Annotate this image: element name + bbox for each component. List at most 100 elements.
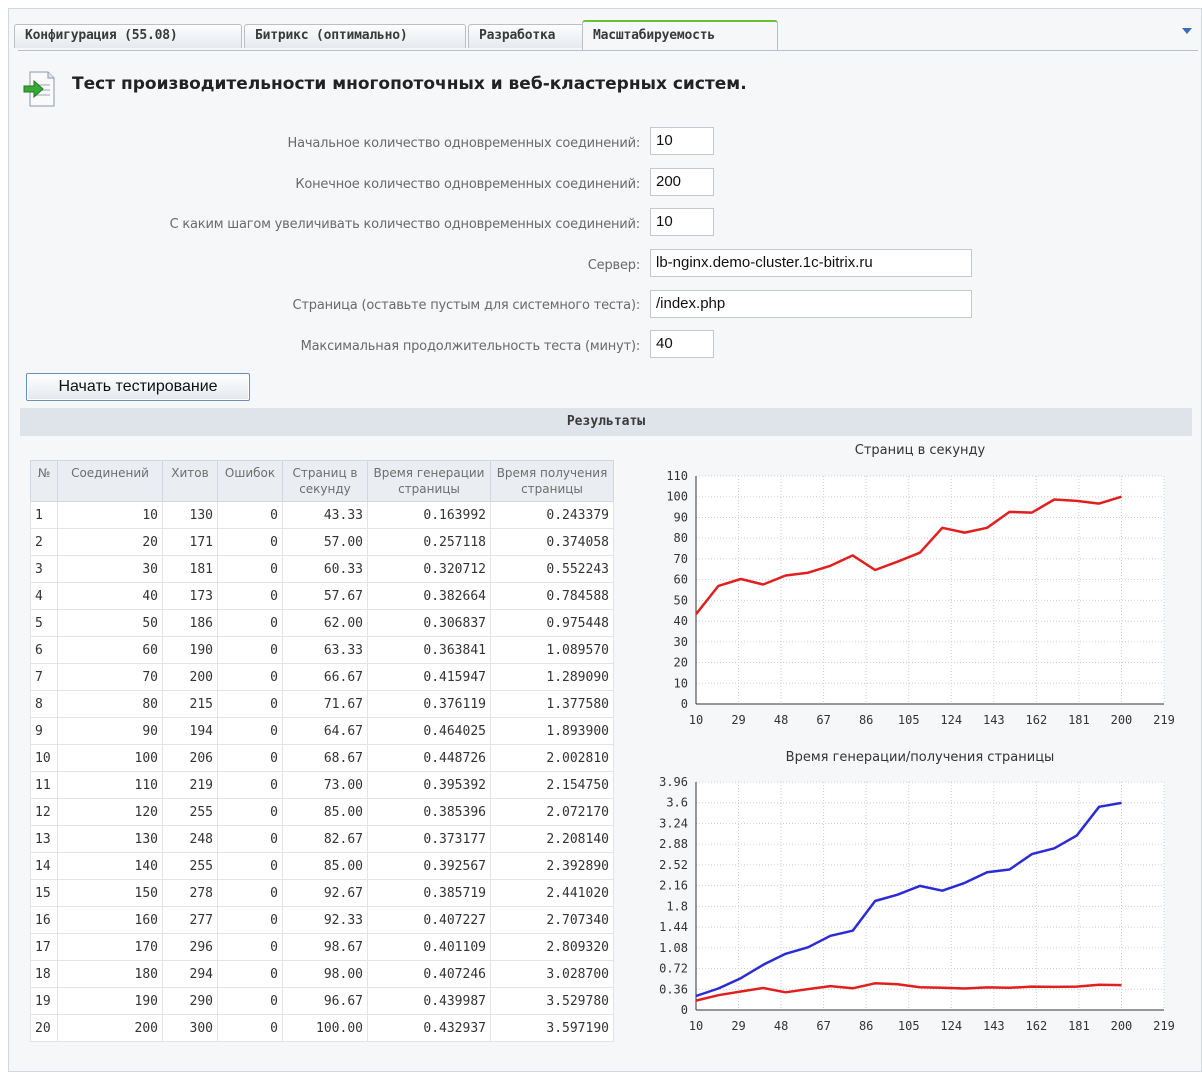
table-cell: 85.00: [282, 852, 368, 880]
column-header: №: [30, 460, 58, 502]
y-tick-label: 100: [666, 490, 688, 504]
table-cell: 3.529780: [490, 987, 614, 1015]
table-cell: 171: [162, 528, 218, 556]
plot-area: [696, 782, 1164, 1010]
y-tick-label: 60: [674, 573, 688, 587]
table-cell: 294: [162, 960, 218, 988]
x-tick-label: 181: [1068, 1019, 1090, 1033]
page-export-icon: [23, 71, 55, 107]
table-cell: 18: [30, 960, 58, 988]
table-cell: 68.67: [282, 744, 368, 772]
table-cell: 140: [57, 852, 163, 880]
tab-bitrix-optimal[interactable]: Битрикс (оптимально): [244, 24, 466, 48]
table-cell: 0: [217, 960, 283, 988]
table-cell: 1.089570: [490, 636, 614, 664]
x-tick-label: 67: [816, 1019, 830, 1033]
x-tick-label: 105: [898, 713, 920, 727]
table-cell: 0.382664: [367, 582, 491, 610]
y-tick-label: 0.72: [659, 962, 688, 976]
chevron-down-icon[interactable]: [1182, 28, 1192, 34]
table-cell: 1.377580: [490, 690, 614, 718]
table-cell: 0: [217, 609, 283, 637]
table-cell: 57.67: [282, 582, 368, 610]
table-row: 8 80 215 0 71.67 0.376119 1.377580: [30, 690, 614, 718]
tab-configuration[interactable]: Конфигурация (55.08): [14, 24, 242, 48]
start-test-button[interactable]: Начать тестирование: [26, 373, 250, 401]
page-title: Тест производительности многопоточных и …: [72, 74, 747, 94]
table-cell: 40: [57, 582, 163, 610]
table-cell: 0: [217, 798, 283, 826]
table-row: 7 70 200 0 66.67 0.415947 1.289090: [30, 663, 614, 691]
table-cell: 219: [162, 771, 218, 799]
x-tick-label: 162: [1026, 1019, 1048, 1033]
column-header: Страниц в секунду: [282, 460, 368, 502]
table-cell: 200: [162, 663, 218, 691]
tab-scalability[interactable]: Масштабируемость: [582, 20, 778, 50]
table-cell: 0: [217, 555, 283, 583]
table-cell: 2.707340: [490, 906, 614, 934]
table-cell: 215: [162, 690, 218, 718]
table-cell: 300: [162, 1014, 218, 1042]
table-cell: 248: [162, 825, 218, 853]
table-cell: 73.00: [282, 771, 368, 799]
table-cell: 66.67: [282, 663, 368, 691]
table-row: 4 40 173 0 57.67 0.382664 0.784588: [30, 582, 614, 610]
table-cell: 0.243379: [490, 501, 614, 529]
table-cell: 130: [162, 501, 218, 529]
table-cell: 11: [30, 771, 58, 799]
table-cell: 0.448726: [367, 744, 491, 772]
table-cell: 2.441020: [490, 879, 614, 907]
step-input[interactable]: 10: [650, 208, 714, 236]
end-connections-input[interactable]: 200: [650, 168, 714, 196]
table-cell: 0.376119: [367, 690, 491, 718]
page-path-input[interactable]: /index.php: [650, 290, 972, 318]
y-tick-label: 2.52: [659, 858, 688, 872]
chart1-title: Страниц в секунду: [854, 443, 986, 458]
table-cell: 173: [162, 582, 218, 610]
x-tick-label: 10: [689, 713, 703, 727]
table-cell: 62.00: [282, 609, 368, 637]
table-cell: 0: [217, 825, 283, 853]
table-cell: 0.374058: [490, 528, 614, 556]
x-tick-label: 200: [1111, 713, 1133, 727]
table-row: 5 50 186 0 62.00 0.306837 0.975448: [30, 609, 614, 637]
x-tick-label: 86: [859, 713, 873, 727]
table-cell: 190: [162, 636, 218, 664]
table-cell: 17: [30, 933, 58, 961]
table-cell: 85.00: [282, 798, 368, 826]
table-cell: 3: [30, 555, 58, 583]
table-cell: 0: [217, 717, 283, 745]
x-tick-label: 200: [1111, 1019, 1133, 1033]
x-tick-label: 29: [731, 713, 745, 727]
x-tick-label: 143: [983, 713, 1005, 727]
column-header: Соединений: [57, 460, 163, 502]
table-row: 6 60 190 0 63.33 0.363841 1.089570: [30, 636, 614, 664]
x-tick-label: 143: [983, 1019, 1005, 1033]
x-tick-label: 124: [940, 1019, 962, 1033]
table-cell: 3.597190: [490, 1014, 614, 1042]
x-tick-label: 219: [1153, 713, 1175, 727]
table-cell: 0.407227: [367, 906, 491, 934]
y-tick-label: 90: [674, 510, 688, 524]
server-input[interactable]: lb-nginx.demo-cluster.1c-bitrix.ru: [650, 249, 972, 277]
table-cell: 0: [217, 987, 283, 1015]
table-cell: 90: [57, 717, 163, 745]
tab-divider: [18, 50, 1198, 51]
x-tick-label: 124: [940, 713, 962, 727]
table-cell: 2.154750: [490, 771, 614, 799]
table-cell: 0.385719: [367, 879, 491, 907]
table-cell: 1.893900: [490, 717, 614, 745]
pages-per-second-chart: 10 29 48 67 86 105 124 143 162 181 200 219010203040…: [666, 469, 1175, 727]
step-label: С каким шагом увеличивать количество одн…: [169, 217, 641, 232]
column-header: Ошибок: [217, 460, 283, 502]
start-connections-input[interactable]: 10: [650, 127, 714, 155]
duration-input[interactable]: 40: [650, 330, 714, 358]
table-cell: 20: [57, 528, 163, 556]
table-cell: 6: [30, 636, 58, 664]
end-connections-label: Конечное количество одновременных соедин…: [295, 177, 640, 192]
table-cell: 71.67: [282, 690, 368, 718]
table-cell: 0: [217, 744, 283, 772]
table-row: 13 130 248 0 82.67 0.373177 2.208140: [30, 825, 614, 853]
y-tick-label: 0: [681, 697, 688, 711]
tab-development[interactable]: Разработка: [468, 24, 588, 48]
